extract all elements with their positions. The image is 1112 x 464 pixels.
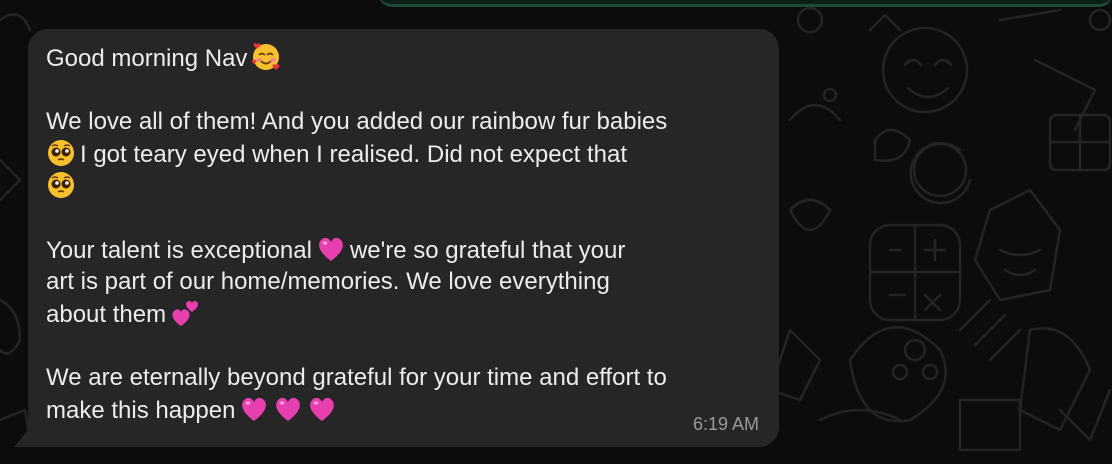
pleading-face-icon (46, 170, 76, 200)
smiling-face-with-hearts-icon (251, 42, 281, 72)
message-line (46, 170, 761, 202)
message-line: We are eternally beyond grateful for you… (46, 364, 667, 391)
message-line: make this happen (46, 394, 761, 426)
message-line: art is part of our home/memories. We lov… (46, 268, 610, 295)
previous-sent-bubble-edge (378, 0, 1112, 7)
message-line: Good morning Nav (46, 42, 761, 74)
pink-heart-icon (239, 394, 269, 424)
pink-heart-icon (316, 234, 346, 264)
message-line: about them (46, 298, 761, 330)
received-message-bubble[interactable]: Good morning Nav We love all of them! An… (28, 29, 779, 447)
message-timestamp: 6:19 AM (692, 414, 759, 434)
pleading-face-icon (46, 138, 76, 168)
message-line: Your talent is exceptional we're so grate… (46, 234, 761, 266)
message-line: I got teary eyed when I realised. Did no… (46, 138, 761, 170)
pink-heart-icon (307, 394, 337, 424)
two-hearts-icon (170, 298, 200, 328)
message-line: We love all of them! And you added our r… (46, 108, 668, 135)
pink-heart-icon (273, 394, 303, 424)
